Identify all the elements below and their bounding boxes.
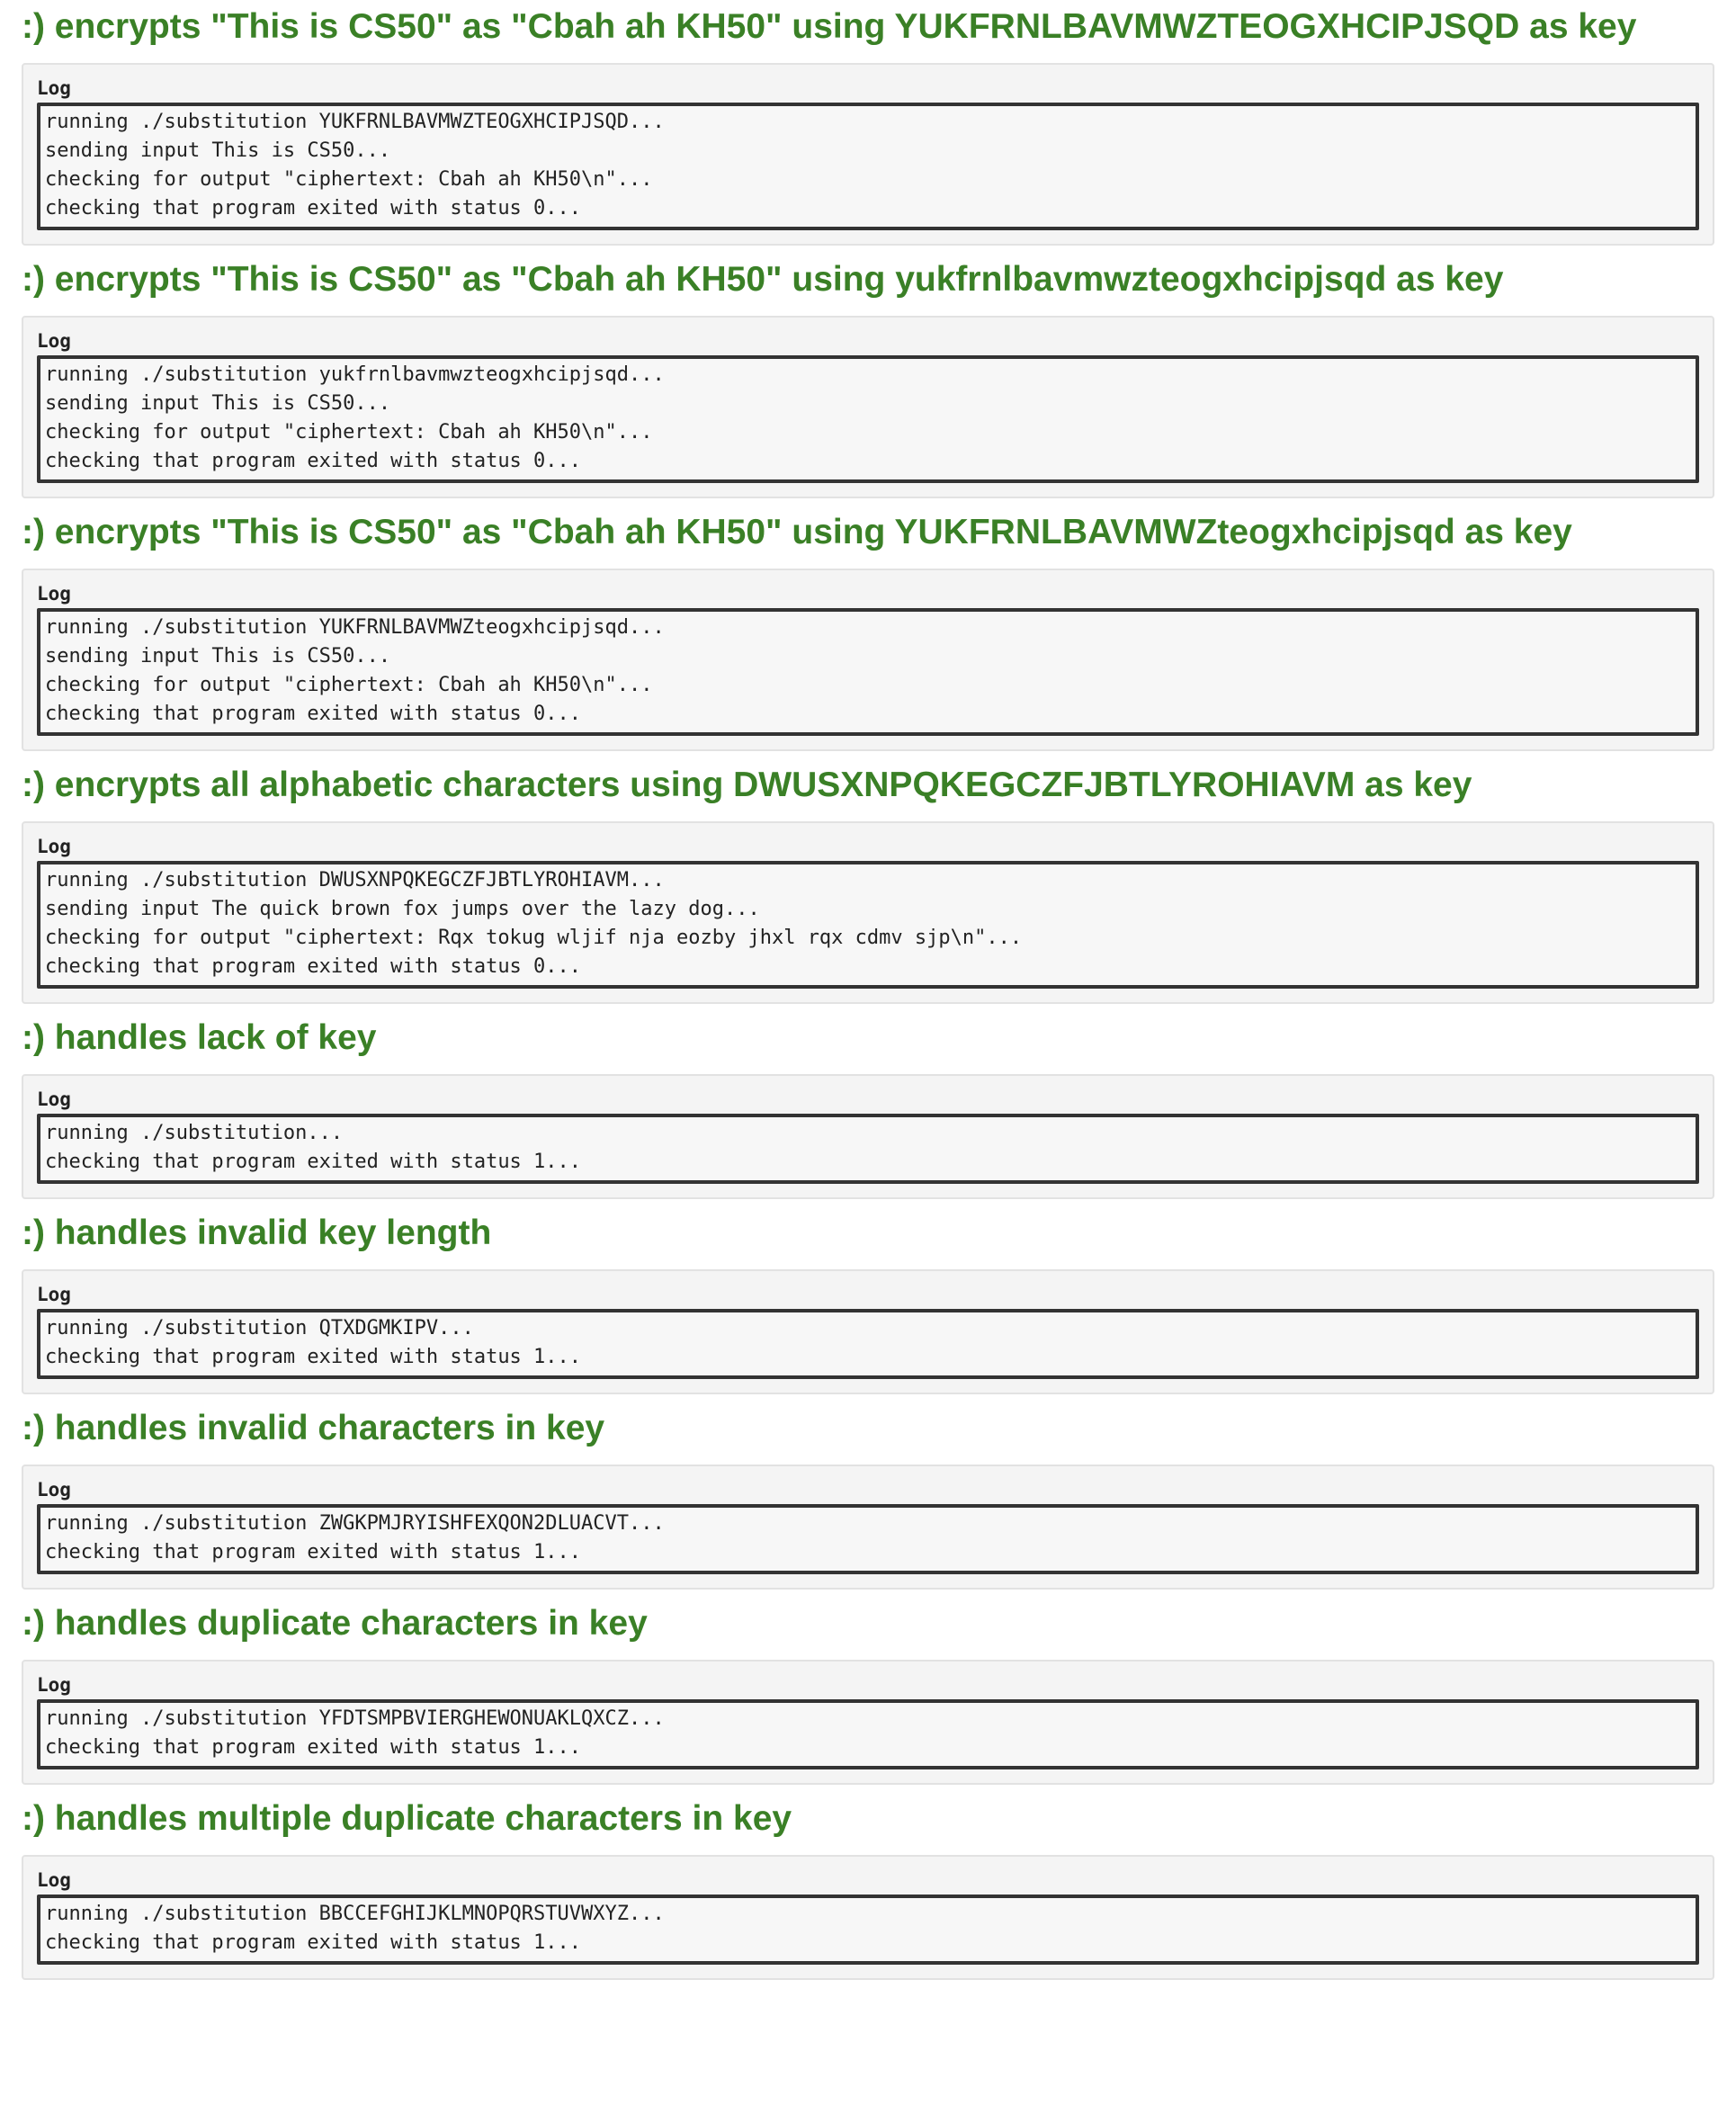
check-title: :) encrypts "This is CS50" as "Cbah ah K… — [22, 260, 1504, 299]
check-results-list: :) encrypts "This is CS50" as "Cbah ah K… — [22, 5, 1714, 1980]
log-output: running ./substitution QTXDGMKIPV... chec… — [37, 1309, 1699, 1379]
log-output: running ./substitution DWUSXNPQKEGCZFJBT… — [37, 861, 1699, 989]
check-title: :) handles lack of key — [22, 1018, 377, 1057]
log-line: running ./substitution DWUSXNPQKEGCZFJBT… — [45, 869, 665, 891]
log-line: checking that program exited with status… — [45, 1151, 582, 1173]
log-output: running ./substitution BBCCEFGHIJKLMNOPQ… — [37, 1895, 1699, 1965]
log-output: running ./substitution yukfrnlbavmwzteog… — [37, 355, 1699, 483]
log-label: Log — [37, 836, 71, 857]
log-line: running ./substitution ZWGKPMJRYISHFEXQO… — [45, 1512, 665, 1535]
log-line: checking that program exited with status… — [45, 197, 582, 219]
log-output: running ./substitution YFDTSMPBVIERGHEWO… — [37, 1699, 1699, 1769]
log-panel: Log running ./substitution YFDTSMPBVIERGH… — [22, 1660, 1714, 1785]
log-label: Log — [37, 1869, 71, 1891]
log-line: sending input This is CS50... — [45, 139, 391, 162]
check-title: :) encrypts "This is CS50" as "Cbah ah K… — [22, 7, 1637, 46]
check-title: :) encrypts "This is CS50" as "Cbah ah K… — [22, 513, 1572, 551]
log-label: Log — [37, 1479, 71, 1500]
log-panel: Log running ./substitution QTXDGMKIPV... c… — [22, 1269, 1714, 1394]
log-panel: Log running ./substitution ZWGKPMJRYISHFE… — [22, 1465, 1714, 1590]
log-line: running ./substitution YUKFRNLBAVMWZTEOG… — [45, 111, 665, 133]
log-output: running ./substitution YUKFRNLBAVMWZTEOG… — [37, 103, 1699, 230]
check-title: :) handles multiple duplicate characters… — [22, 1799, 792, 1838]
log-line: checking that program exited with status… — [45, 1346, 582, 1368]
log-line: running ./substitution BBCCEFGHIJKLMNOPQ… — [45, 1903, 665, 1925]
check-result: :) encrypts "This is CS50" as "Cbah ah K… — [22, 258, 1714, 498]
log-output: running ./substitution YUKFRNLBAVMWZteog… — [37, 608, 1699, 736]
log-line: sending input This is CS50... — [45, 392, 391, 415]
check-title: :) encrypts all alphabetic characters us… — [22, 766, 1472, 804]
log-line: checking that program exited with status… — [45, 703, 582, 725]
check-title: :) handles invalid characters in key — [22, 1409, 605, 1447]
log-line: running ./substitution... — [45, 1122, 344, 1144]
log-line: checking that program exited with status… — [45, 1931, 582, 1954]
log-line: running ./substitution YUKFRNLBAVMWZteog… — [45, 616, 665, 639]
log-output: running ./substitution... checking that p… — [37, 1114, 1699, 1184]
check-title: :) handles duplicate characters in key — [22, 1604, 648, 1643]
log-line: checking that program exited with status… — [45, 450, 582, 472]
log-line: checking for output "ciphertext: Cbah ah… — [45, 421, 653, 443]
check-result: :) encrypts "This is CS50" as "Cbah ah K… — [22, 5, 1714, 246]
log-panel: Log running ./substitution YUKFRNLBAVMWZt… — [22, 569, 1714, 751]
log-line: checking for output "ciphertext: Cbah ah… — [45, 168, 653, 191]
log-output: running ./substitution ZWGKPMJRYISHFEXQO… — [37, 1504, 1699, 1574]
log-label: Log — [37, 1674, 71, 1696]
log-line: sending input The quick brown fox jumps … — [45, 898, 760, 920]
check-title: :) handles invalid key length — [22, 1214, 492, 1252]
log-line: sending input This is CS50... — [45, 645, 391, 667]
log-line: running ./substitution YFDTSMPBVIERGHEWO… — [45, 1707, 665, 1730]
log-panel: Log running ./substitution BBCCEFGHIJKLMN… — [22, 1855, 1714, 1980]
log-line: checking for output "ciphertext: Rqx tok… — [45, 927, 1023, 949]
log-panel: Log running ./substitution... checking tha… — [22, 1074, 1714, 1199]
log-label: Log — [37, 583, 71, 605]
log-line: checking that program exited with status… — [45, 1541, 582, 1563]
log-panel: Log running ./substitution YUKFRNLBAVMWZT… — [22, 63, 1714, 246]
check-result: :) handles multiple duplicate characters… — [22, 1797, 1714, 1980]
check-result: :) handles lack of key Log running ./subst… — [22, 1017, 1714, 1199]
log-label: Log — [37, 330, 71, 352]
log-label: Log — [37, 1284, 71, 1305]
log-label: Log — [37, 77, 71, 99]
log-line: running ./substitution yukfrnlbavmwzteog… — [45, 363, 665, 386]
check-result: :) handles invalid characters in key Log r… — [22, 1407, 1714, 1590]
check-result: :) handles duplicate characters in key Lo… — [22, 1602, 1714, 1785]
log-line: running ./substitution QTXDGMKIPV... — [45, 1317, 474, 1339]
check-result: :) encrypts all alphabetic characters us… — [22, 764, 1714, 1004]
log-line: checking that program exited with status… — [45, 955, 582, 978]
check-result: :) encrypts "This is CS50" as "Cbah ah K… — [22, 511, 1714, 751]
log-panel: Log running ./substitution yukfrnlbavmwzt… — [22, 316, 1714, 498]
log-line: checking that program exited with status… — [45, 1736, 582, 1759]
check-result: :) handles invalid key length Log running … — [22, 1212, 1714, 1394]
log-label: Log — [37, 1088, 71, 1110]
log-line: checking for output "ciphertext: Cbah ah… — [45, 674, 653, 696]
log-panel: Log running ./substitution DWUSXNPQKEGCZF… — [22, 821, 1714, 1004]
